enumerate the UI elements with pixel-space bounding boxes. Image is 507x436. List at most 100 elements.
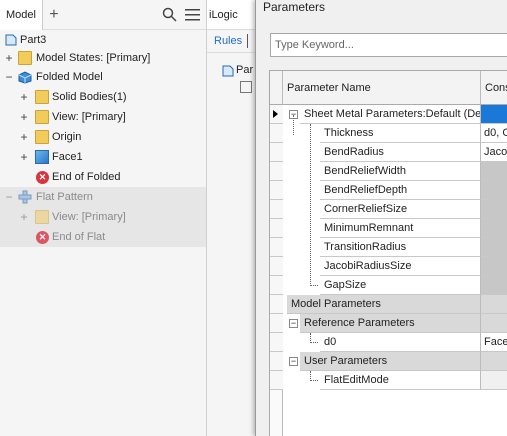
parameter-name: d0 [320,333,481,352]
parameter-consumed-by [481,314,507,333]
table-row[interactable]: CornerReliefSize [270,200,507,219]
table-row[interactable]: BendReliefDepth [270,181,507,200]
tree-item-origin[interactable]: + Origin [0,127,206,147]
add-tab-icon[interactable]: + [43,0,65,30]
row-selector[interactable] [270,276,283,295]
expand-icon[interactable]: + [19,131,29,143]
row-selector[interactable] [270,352,283,371]
row-selector[interactable] [270,143,283,162]
expand-icon[interactable]: + [19,211,29,223]
collapse-icon[interactable]: − [289,357,298,366]
tab-ilogic[interactable]: iLogic [207,0,255,30]
tree-label: Part3 [20,34,47,46]
folder-icon [35,210,49,224]
row-selector[interactable] [270,333,283,352]
row-selector[interactable] [270,124,283,143]
row-selector[interactable] [270,295,283,314]
row-selector[interactable] [270,181,283,200]
row-selector[interactable] [270,257,283,276]
column-header-name[interactable]: Parameter Name [283,71,481,105]
collapse-icon[interactable]: − [4,191,14,203]
table-row-group[interactable]: − User Parameters [270,352,507,371]
menu-icon[interactable] [185,8,200,21]
tree-line [310,342,318,343]
row-selector[interactable] [270,238,283,257]
tree-item-end-of-folded[interactable]: ✕ End of Folded [0,167,206,187]
expand-icon[interactable]: + [19,151,29,163]
parameter-name: FlatEditMode [320,371,481,390]
flat-pattern-icon [18,190,32,204]
tree-item-flat-pattern[interactable]: − Flat Pattern [0,187,206,207]
table-row[interactable]: − Sheet Metal Parameters:Default (De... [270,105,507,124]
rules-link[interactable]: Rules [214,35,242,47]
table-row[interactable]: BendRadius Jacob [270,143,507,162]
parameter-consumed-by [481,238,507,257]
collapse-icon[interactable]: − [289,319,298,328]
row-selector[interactable] [270,219,283,238]
row-selector-header [270,71,283,105]
tab-model[interactable]: Model [0,0,43,30]
tree-label: Face1 [52,151,83,163]
end-of-part-icon: ✕ [36,231,49,244]
row-selector[interactable] [270,200,283,219]
tree-label: End of Flat [52,231,106,243]
parameter-consumed-by [481,257,507,276]
parameter-group-name: Reference Parameters [300,314,481,333]
parameter-group-name: Model Parameters [287,295,481,314]
tree-label: Folded Model [36,71,103,83]
row-selector[interactable] [270,105,283,124]
tree-item-face1[interactable]: + Face1 [0,147,206,167]
table-row[interactable]: TransitionRadius [270,238,507,257]
search-input[interactable]: Type Keyword... [270,33,507,57]
expand-icon[interactable]: + [19,91,29,103]
column-header-consumed[interactable]: Cons [481,71,507,105]
collapse-icon[interactable]: − [4,71,14,83]
part-icon [5,34,17,46]
ilogic-browser: iLogic Rules Par [207,0,255,436]
table-row[interactable]: d0 Face [270,333,507,352]
parameter-consumed-by [481,371,507,390]
row-selector[interactable] [270,314,283,333]
row-selector[interactable] [270,371,283,390]
folder-icon [18,51,32,65]
table-row[interactable]: FlatEditMode [270,371,507,390]
parameters-dialog: Parameters Type Keyword... Parameter Nam… [255,0,507,436]
table-row[interactable]: GapSize [270,276,507,295]
ilogic-item-label[interactable]: Par [236,64,253,76]
parameter-consumed-by[interactable] [481,105,507,124]
parameter-consumed-by[interactable]: Face [481,333,507,352]
table-row-group[interactable]: Model Parameters [270,295,507,314]
parameter-consumed-by [481,200,507,219]
parameter-name: Sheet Metal Parameters:Default (De... [300,105,481,124]
tree-item-model-states[interactable]: + Model States: [Primary] [0,48,206,68]
table-row-group[interactable]: − Reference Parameters [270,314,507,333]
tree-label: Flat Pattern [36,191,93,203]
app-window: Model + Part3 + Model States: [Primary] … [0,0,507,436]
search-icon[interactable] [162,7,177,22]
parameter-name: TransitionRadius [320,238,481,257]
expand-icon[interactable]: + [19,111,29,123]
parameter-name: BendReliefWidth [320,162,481,181]
parameter-name: BendReliefDepth [320,181,481,200]
face-icon [35,150,49,164]
parameter-consumed-by[interactable]: Jacob [481,143,507,162]
parameter-consumed-by [481,181,507,200]
tree-item-part3[interactable]: Part3 [0,30,206,50]
tree-label: End of Folded [52,171,121,183]
tree-item-solid-bodies[interactable]: + Solid Bodies(1) [0,87,206,107]
tree-item-end-of-flat[interactable]: ✕ End of Flat [0,227,206,247]
parameters-grid: Parameter Name Cons − Sheet Metal Parame… [269,70,507,436]
expand-icon[interactable]: + [4,52,14,64]
tree-line [310,380,318,381]
parameter-consumed-by [481,276,507,295]
table-row[interactable]: JacobiRadiusSize [270,257,507,276]
table-row[interactable]: BendReliefWidth [270,162,507,181]
tree-item-flat-view[interactable]: + View: [Primary] [0,207,206,227]
table-row[interactable]: Thickness d0, G [270,124,507,143]
tree-item-folded-model[interactable]: − Folded Model [0,67,206,87]
table-row[interactable]: MinimumRemnant [270,219,507,238]
parameter-consumed-by[interactable]: d0, G [481,124,507,143]
row-selector[interactable] [270,162,283,181]
tree-line [293,115,294,135]
tree-item-view[interactable]: + View: [Primary] [0,107,206,127]
